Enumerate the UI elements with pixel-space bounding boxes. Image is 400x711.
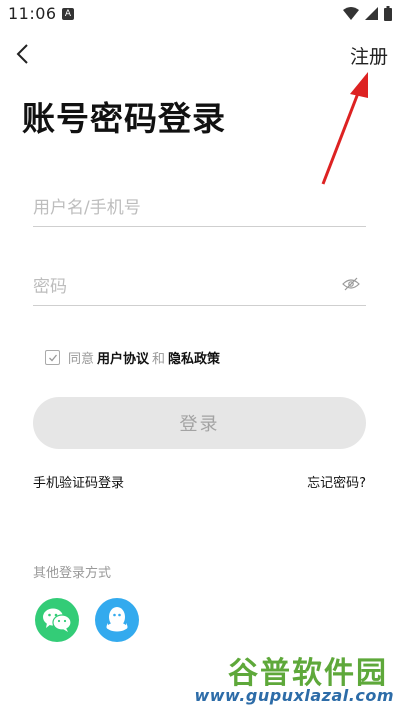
forgot-password-link[interactable]: 忘记密码? [307,472,366,491]
wifi-icon [343,7,359,20]
sms-login-link[interactable]: 手机验证码登录 [33,472,124,491]
watermark: 谷普软件园 www.gupuxlazal.com [194,648,398,710]
status-icons [343,6,392,21]
agreement-and: 和 [152,352,166,367]
back-button[interactable] [10,40,38,68]
eye-off-icon[interactable] [342,277,360,291]
notification-badge: A [62,8,74,20]
other-login-label: 其他登录方式 [33,566,112,581]
agreement-prefix: 同意 [68,352,95,367]
privacy-policy-link[interactable]: 隐私政策 [168,348,220,367]
login-button[interactable]: 登录 [33,397,366,449]
status-bar: 11:06 A [0,0,400,30]
username-input[interactable] [33,198,333,218]
check-icon [48,354,57,361]
status-time: 11:06 [8,4,57,23]
chevron-left-icon [16,44,28,64]
username-field [33,178,366,227]
agreement-checkbox[interactable] [45,350,60,365]
register-button[interactable]: 注册 [350,42,388,69]
battery-icon [384,6,392,21]
password-input[interactable] [33,277,333,297]
wechat-login-button[interactable] [35,598,79,642]
user-agreement-link[interactable]: 用户协议 [97,348,149,367]
watermark-en: www.gupuxlazal.com [194,686,394,705]
qq-login-button[interactable] [95,598,139,642]
signal-icon [365,7,378,20]
annotation-arrow [321,72,368,185]
agreement-row: 同意 用户协议 和 隐私政策 [45,348,223,367]
qq-icon [106,607,128,632]
wechat-icon [43,608,72,632]
page-title: 账号密码登录 [22,99,226,138]
password-field [33,257,366,306]
